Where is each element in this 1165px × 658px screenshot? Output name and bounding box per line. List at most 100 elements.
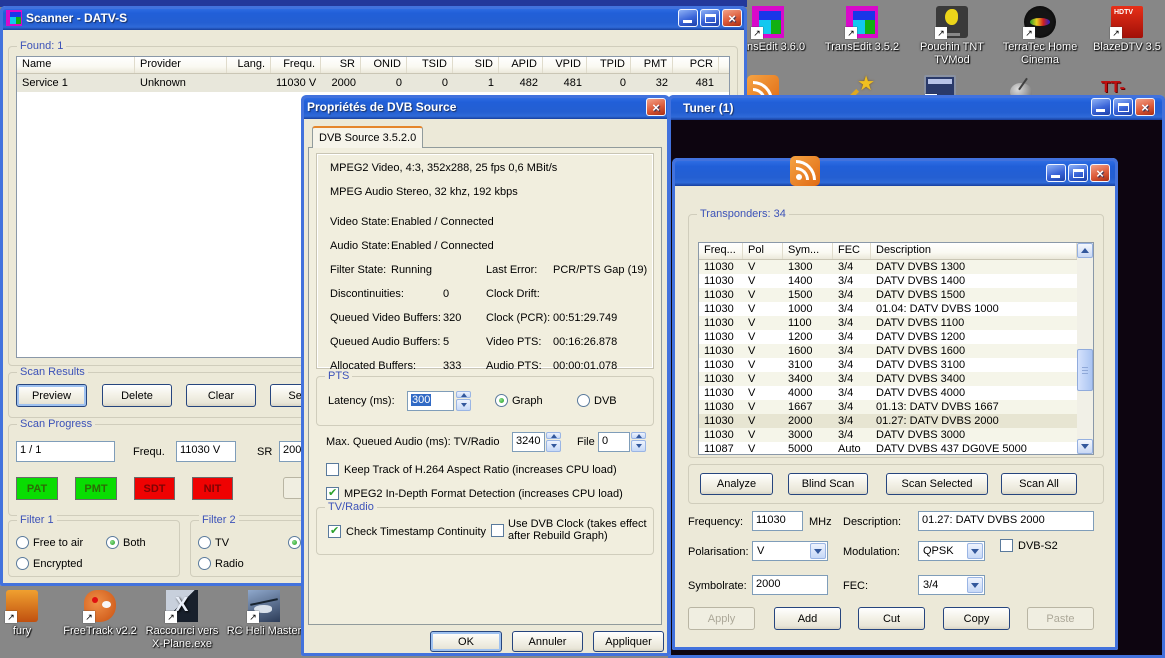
table-row[interactable]: 11030V40003/4DATV DVBS 4000 <box>699 386 1077 400</box>
table-row[interactable]: 11030V16673/401.13: DATV DVBS 1667 <box>699 400 1077 414</box>
table-row[interactable]: 11030V15003/4DATV DVBS 1500 <box>699 288 1077 302</box>
clear-button[interactable]: Clear <box>186 384 256 407</box>
table-row[interactable]: 11030V31003/4DATV DVBS 3100 <box>699 358 1077 372</box>
terratec-home-cinema-desktop-icon[interactable]: TerraTec Home Cinema <box>998 6 1082 67</box>
scroll-thumb[interactable] <box>1077 349 1093 391</box>
modulation-dropdown-icon[interactable] <box>967 543 983 559</box>
rc-heli-master-desktop-icon[interactable]: RC Heli Master <box>222 590 306 638</box>
column-header[interactable]: Description <box>871 243 1077 259</box>
ok-button[interactable]: OK <box>430 631 502 652</box>
dialog-titlebar[interactable]: Propriétés de DVB Source × <box>301 95 670 119</box>
add-button[interactable]: Add <box>774 607 841 630</box>
copy-button[interactable]: Copy <box>943 607 1010 630</box>
column-header[interactable]: FEC <box>833 243 871 259</box>
filter1-radio-both[interactable] <box>106 536 119 549</box>
filter1-radio-encrypted[interactable] <box>16 557 29 570</box>
filter2-radio-radio[interactable] <box>198 557 211 570</box>
modulation-select[interactable]: QPSK <box>918 541 985 561</box>
column-header[interactable]: APID <box>499 57 543 73</box>
cut-button[interactable]: Cut <box>858 607 925 630</box>
file-input[interactable]: 0 <box>598 432 630 452</box>
column-header[interactable]: Freq... <box>699 243 743 259</box>
table-row[interactable]: 11030V12003/4DATV DVBS 1200 <box>699 330 1077 344</box>
column-header[interactable]: Sym... <box>783 243 833 259</box>
transedit-3-5-2-desktop-icon[interactable]: TransEdit 3.5.2 <box>820 6 904 54</box>
raccourci-vers-x-plane-exe-desktop-icon[interactable]: XRaccourci vers X-Plane.exe <box>140 590 224 651</box>
tuner-maximize-button[interactable] <box>1113 98 1133 116</box>
column-header[interactable]: ONID <box>361 57 407 73</box>
dvb-clock-checkbox[interactable] <box>491 524 504 537</box>
polarisation-dropdown-icon[interactable] <box>810 543 826 559</box>
tuner-close-button[interactable]: × <box>1135 98 1155 116</box>
filter1-radio-free-to-air[interactable] <box>16 536 29 549</box>
frequency-input[interactable]: 11030 <box>752 511 803 531</box>
table-row[interactable]: 11030V10003/401.04: DATV DVBS 1000 <box>699 302 1077 316</box>
tuner-minimize-button[interactable] <box>1091 98 1111 116</box>
dialog-close-button[interactable]: × <box>646 98 666 116</box>
table-row[interactable]: 11030V14003/4DATV DVBS 1400 <box>699 274 1077 288</box>
column-header[interactable]: TSID <box>407 57 453 73</box>
transponder-titlebar[interactable]: × <box>672 158 1118 186</box>
column-header[interactable]: Pol <box>743 243 783 259</box>
table-row[interactable]: 11030V13003/4DATV DVBS 1300 <box>699 260 1077 274</box>
column-header[interactable]: PCR <box>673 57 719 73</box>
description-input[interactable]: 01.27: DATV DVBS 2000 <box>918 511 1094 531</box>
table-row[interactable]: Service 1Unknown11030 V20000014824810324… <box>17 74 729 92</box>
max-queued-input[interactable]: 3240 <box>512 432 545 452</box>
dvb-source-tab[interactable]: DVB Source 3.5.2.0 <box>312 126 423 148</box>
filter2-radio-tv[interactable] <box>198 536 211 549</box>
column-header[interactable]: PMT <box>631 57 673 73</box>
scan-selected-button[interactable]: Scan Selected <box>886 473 988 495</box>
transponder-close-button[interactable]: × <box>1090 164 1110 182</box>
pouchin-tnt-tvmod-desktop-icon[interactable]: Pouchin TNT TVMod <box>910 6 994 67</box>
analyze-button[interactable]: Analyze <box>700 473 773 495</box>
column-header[interactable]: Frequ. <box>271 57 321 73</box>
file-spinner[interactable] <box>631 432 646 452</box>
transponder-list[interactable]: Freq...PolSym...FECDescription11030V1300… <box>698 242 1094 455</box>
table-row[interactable]: 11030V16003/4DATV DVBS 1600 <box>699 344 1077 358</box>
table-row[interactable]: 11087V5000AutoDATV DVBS 437 DG0VE 5000 <box>699 442 1077 455</box>
scanner-minimize-button[interactable] <box>678 9 698 27</box>
h264-checkbox[interactable] <box>326 463 339 476</box>
scroll-up-button[interactable] <box>1077 243 1093 258</box>
tuner-titlebar[interactable]: Tuner (1) × <box>668 95 1165 120</box>
fec-dropdown-icon[interactable] <box>967 577 983 593</box>
filter2-radio-both[interactable] <box>288 536 301 549</box>
preview-button[interactable]: Preview <box>16 384 87 407</box>
scanner-maximize-button[interactable] <box>700 9 720 27</box>
table-row[interactable]: 11030V30003/4DATV DVBS 3000 <box>699 428 1077 442</box>
blind-scan-button[interactable]: Blind Scan <box>788 473 868 495</box>
apply-button[interactable]: Apply <box>688 607 755 630</box>
fury-desktop-icon[interactable]: fury <box>0 590 64 638</box>
table-row[interactable]: 11030V11003/4DATV DVBS 1100 <box>699 316 1077 330</box>
table-row[interactable]: 11030V20003/401.27: DATV DVBS 2000 <box>699 414 1077 428</box>
fec-select[interactable]: 3/4 <box>918 575 985 595</box>
scanner-titlebar[interactable]: Scanner - DATV-S × <box>0 6 747 30</box>
max-queued-spinner[interactable] <box>546 432 561 452</box>
transponder-minimize-button[interactable] <box>1046 164 1066 182</box>
scanner-close-button[interactable]: × <box>722 9 742 27</box>
latency-input[interactable]: 300 <box>407 391 454 411</box>
column-header[interactable]: Provider <box>135 57 227 73</box>
dvbs2-checkbox[interactable] <box>1000 539 1013 552</box>
column-header[interactable]: VPID <box>543 57 587 73</box>
graph-radio[interactable] <box>495 394 508 407</box>
column-header[interactable]: TPID <box>587 57 631 73</box>
timestamp-checkbox[interactable] <box>328 525 341 538</box>
transponder-scrollbar[interactable] <box>1077 243 1093 454</box>
freetrack-v2-2-desktop-icon[interactable]: FreeTrack v2.2 <box>58 590 142 638</box>
blazedtv-3-5-desktop-icon[interactable]: HDTVBlazeDTV 3.5 <box>1085 6 1165 54</box>
polarisation-select[interactable]: V <box>752 541 828 561</box>
column-header[interactable]: Lang. <box>227 57 271 73</box>
table-row[interactable]: 11030V34003/4DATV DVBS 3400 <box>699 372 1077 386</box>
delete-button[interactable]: Delete <box>102 384 172 407</box>
column-header[interactable]: SR <box>321 57 361 73</box>
column-header[interactable]: Name <box>17 57 135 73</box>
column-header[interactable]: SID <box>453 57 499 73</box>
freq-field[interactable]: 11030 V <box>176 441 236 462</box>
scan-all-button[interactable]: Scan All <box>1001 473 1077 495</box>
cancel-button[interactable]: Annuler <box>512 631 583 652</box>
latency-spinner[interactable] <box>456 391 471 411</box>
mpeg2-checkbox[interactable] <box>326 487 339 500</box>
dvb-radio[interactable] <box>577 394 590 407</box>
